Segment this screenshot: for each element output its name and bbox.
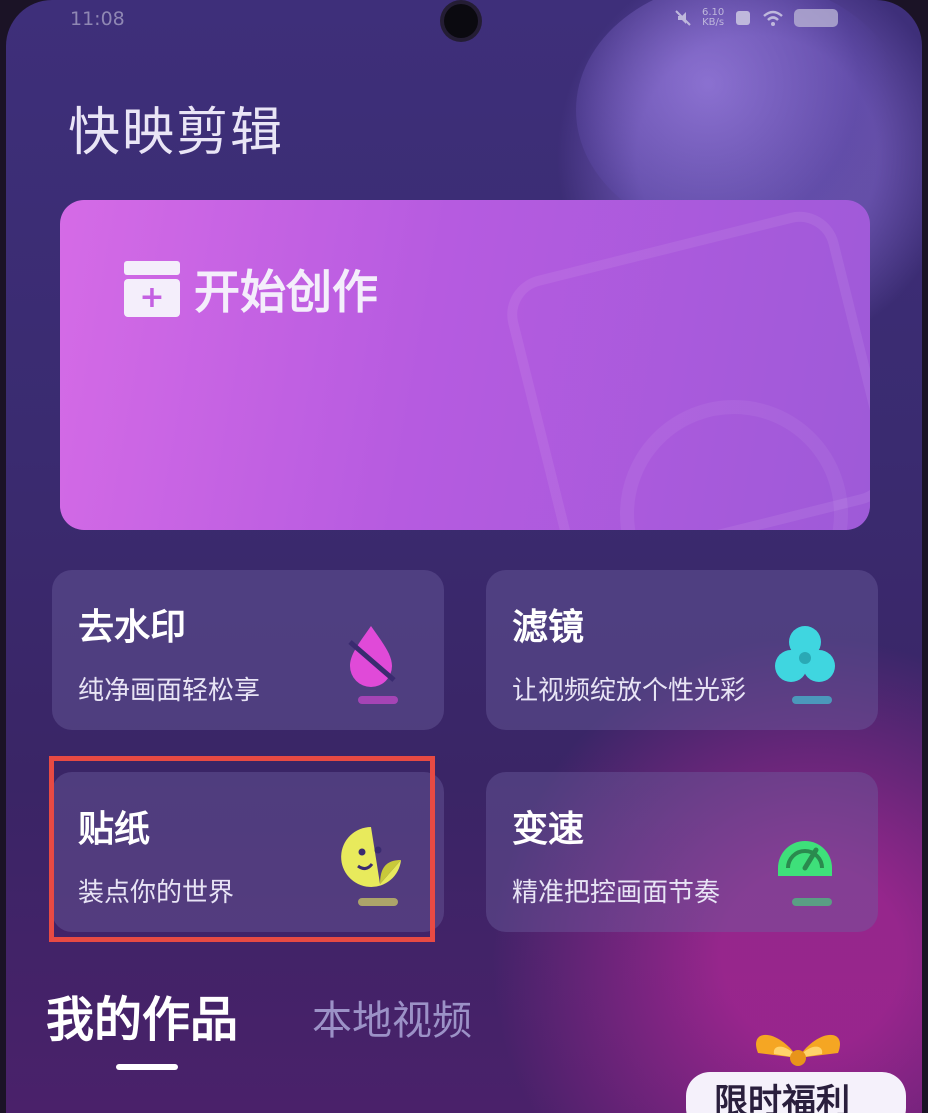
feature-card-filter[interactable]: 滤镜 让视频绽放个性光彩 [486,570,878,730]
status-bar: 11:08 6.10 KB/s [6,0,922,44]
promo-benefit-button[interactable]: 限时福利 [686,1072,906,1113]
wifi-icon [763,10,784,26]
feature-card-remove-watermark[interactable]: 去水印 纯净画面轻松享 [52,570,444,730]
feature-subtitle: 精准把控画面节奏 [512,878,721,908]
speedometer-icon [778,841,832,876]
icon-shadow [792,696,832,704]
clapperboard-plus-icon: + [124,261,180,317]
status-time: 11:08 [70,8,125,30]
feature-subtitle: 让视频绽放个性光彩 [512,676,747,706]
icon-shadow [358,696,398,704]
icon-shadow [792,898,832,906]
front-camera [444,4,478,38]
battery-icon [794,9,839,27]
phone-screen: 11:08 6.10 KB/s 快映剪辑 + 开始创作 去水印 纯净画面轻松享 … [6,0,922,1113]
active-tab-indicator [116,1064,178,1070]
filter-circles-icon [775,626,835,682]
start-create-button[interactable]: + 开始创作 [60,200,870,530]
tab-my-works[interactable]: 我的作品 [46,980,238,1050]
start-create-label: 开始创作 [194,265,378,319]
highlight-box [49,756,435,942]
net-speed: 6.10 KB/s [702,8,724,28]
signal-icon [736,11,751,25]
feature-title: 滤镜 [512,607,585,648]
tab-local-videos[interactable]: 本地视频 [312,988,472,1046]
start-create-label-group: + 开始创作 [124,256,378,322]
watermark-off-drop-icon [348,626,396,687]
net-speed-unit: KB/s [702,17,725,28]
feature-card-speed[interactable]: 变速 精准把控画面节奏 [486,772,878,932]
status-icons: 6.10 KB/s [674,8,839,28]
feature-title: 变速 [512,809,585,850]
app-title: 快映剪辑 [68,103,285,163]
feature-subtitle: 纯净画面轻松享 [78,676,261,706]
feature-title: 去水印 [78,607,187,648]
mute-icon [675,10,691,26]
